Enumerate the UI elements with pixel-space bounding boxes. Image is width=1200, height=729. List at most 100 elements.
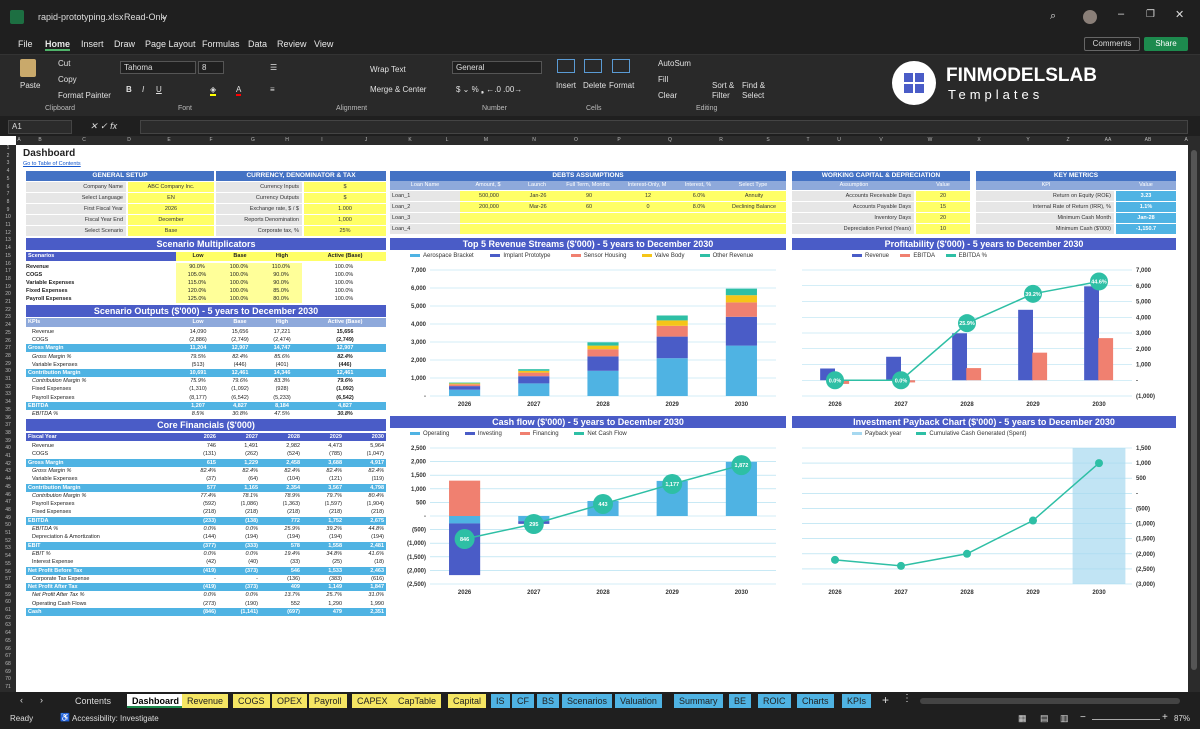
row-header[interactable]: 2 (0, 153, 16, 159)
row-header[interactable]: 16 (0, 261, 16, 267)
debt-input[interactable]: Jan-26 (516, 191, 558, 201)
column-header[interactable]: O (558, 137, 594, 143)
scen-mult-cell[interactable]: 80.0% (260, 295, 302, 303)
row-header[interactable]: 15 (0, 253, 16, 259)
vertical-scrollbar[interactable] (1188, 136, 1200, 692)
wrap-text-button[interactable]: Wrap Text (370, 65, 406, 74)
scen-mult-cell[interactable]: 100.0% (218, 271, 260, 279)
scen-mult-cell[interactable]: 110.0% (260, 263, 302, 271)
zoom-slider[interactable] (1092, 719, 1160, 720)
debt-input[interactable]: 90 (558, 191, 618, 201)
row-header[interactable]: 18 (0, 276, 16, 282)
page-layout-icon[interactable]: ▤ (1040, 713, 1049, 724)
font-color-icon[interactable]: A (236, 85, 242, 96)
row-header[interactable]: 68 (0, 661, 16, 667)
row-header[interactable]: 61 (0, 607, 16, 613)
row-header[interactable]: 7 (0, 191, 16, 197)
debt-input[interactable] (676, 213, 720, 223)
sheet-tab-valuation[interactable]: Valuation (615, 694, 662, 708)
row-header[interactable]: 13 (0, 237, 16, 243)
column-header[interactable]: N (510, 137, 558, 143)
debt-input[interactable]: Annuity (720, 191, 786, 201)
row-header[interactable]: 57 (0, 576, 16, 582)
row-header[interactable]: 26 (0, 338, 16, 344)
sheet-tab-roic[interactable]: ROIC (758, 694, 791, 708)
name-box[interactable]: A1 (8, 120, 72, 134)
paste-button[interactable]: Paste (20, 81, 40, 90)
row-header[interactable]: 20 (0, 291, 16, 297)
normal-view-icon[interactable]: ▦ (1018, 713, 1027, 724)
row-header[interactable]: 17 (0, 268, 16, 274)
debt-input[interactable] (720, 224, 786, 234)
sheet-tab-dashboard[interactable]: Dashboard (127, 694, 185, 708)
row-header[interactable]: 66 (0, 646, 16, 652)
column-header[interactable]: R (696, 137, 746, 143)
row-header[interactable]: 43 (0, 468, 16, 474)
sheet-tab-payroll[interactable]: Payroll (309, 694, 347, 708)
row-header[interactable]: 38 (0, 430, 16, 436)
prev-sheet-icon[interactable]: ‹ (20, 695, 23, 705)
paste-icon[interactable] (20, 59, 36, 77)
debt-input[interactable]: 6.0% (676, 191, 720, 201)
fill-button[interactable]: Fill (658, 75, 668, 84)
debt-input[interactable]: 0 (618, 202, 676, 212)
row-header[interactable]: 69 (0, 669, 16, 675)
sort-filter-button[interactable]: Sort & Filter (712, 81, 738, 101)
underline-icon[interactable]: U (156, 85, 162, 94)
debt-input[interactable] (460, 213, 516, 223)
debt-input[interactable]: 8.0% (676, 202, 720, 212)
row-header[interactable]: 24 (0, 322, 16, 328)
debt-input[interactable] (618, 213, 676, 223)
row-header[interactable]: 28 (0, 353, 16, 359)
menu-tab-file[interactable]: File (18, 39, 33, 49)
sheet-tab-capital[interactable]: Capital (448, 694, 487, 708)
row-header[interactable]: 29 (0, 361, 16, 367)
row-header[interactable]: 64 (0, 630, 16, 636)
copy-button[interactable]: Copy (58, 75, 77, 84)
share-button[interactable]: Share (1144, 37, 1188, 51)
row-header[interactable]: 49 (0, 515, 16, 521)
next-sheet-icon[interactable]: › (40, 695, 43, 705)
row-header[interactable]: 52 (0, 538, 16, 544)
currency-input[interactable]: $ (304, 182, 386, 192)
currency-input[interactable]: 1,000 (304, 215, 386, 225)
formula-input[interactable] (140, 120, 1188, 134)
debt-input[interactable] (618, 224, 676, 234)
scen-mult-cell[interactable]: 125.0% (176, 295, 218, 303)
scen-mult-cell[interactable]: 90.0% (176, 263, 218, 271)
row-header[interactable]: 55 (0, 561, 16, 567)
bold-icon[interactable]: B (126, 85, 132, 94)
column-header[interactable]: V (852, 137, 910, 143)
currency-input[interactable]: $ (304, 193, 386, 203)
column-header[interactable]: H (274, 137, 300, 143)
sheet-tab-summary[interactable]: Summary (674, 694, 723, 708)
scen-mult-cell[interactable]: 100.0% (218, 287, 260, 295)
zoom-level[interactable]: 87% (1174, 714, 1190, 723)
column-header[interactable]: F (190, 137, 232, 143)
sheet-tab-bs[interactable]: BS (537, 694, 560, 708)
row-header[interactable]: 10 (0, 214, 16, 220)
row-header[interactable]: 39 (0, 438, 16, 444)
add-sheet-icon[interactable]: + (882, 693, 889, 707)
row-header[interactable]: 19 (0, 284, 16, 290)
row-header[interactable]: 58 (0, 584, 16, 590)
cut-button[interactable]: Cut (58, 59, 70, 68)
row-header[interactable]: 14 (0, 245, 16, 251)
column-header[interactable]: AA (1088, 137, 1128, 143)
row-header[interactable]: 45 (0, 484, 16, 490)
column-header[interactable]: G (232, 137, 274, 143)
zoom-in-icon[interactable]: + (1162, 712, 1168, 723)
row-header[interactable]: 54 (0, 553, 16, 559)
column-header[interactable]: L (432, 137, 462, 143)
menu-tab-view[interactable]: View (314, 39, 333, 49)
debt-input[interactable] (720, 213, 786, 223)
chevron-down-icon[interactable]: ⌄ (160, 11, 168, 22)
column-header[interactable]: C (58, 137, 110, 143)
column-header[interactable]: S (746, 137, 790, 143)
menu-tab-insert[interactable]: Insert (81, 39, 104, 49)
menu-tab-data[interactable]: Data (248, 39, 267, 49)
font-name-select[interactable]: Tahoma (120, 61, 196, 74)
find-select-button[interactable]: Find & Select (742, 81, 768, 101)
sheet-tab-revenue[interactable]: Revenue (182, 694, 229, 708)
general-setup-input[interactable]: ABC Company Inc. (128, 182, 214, 192)
